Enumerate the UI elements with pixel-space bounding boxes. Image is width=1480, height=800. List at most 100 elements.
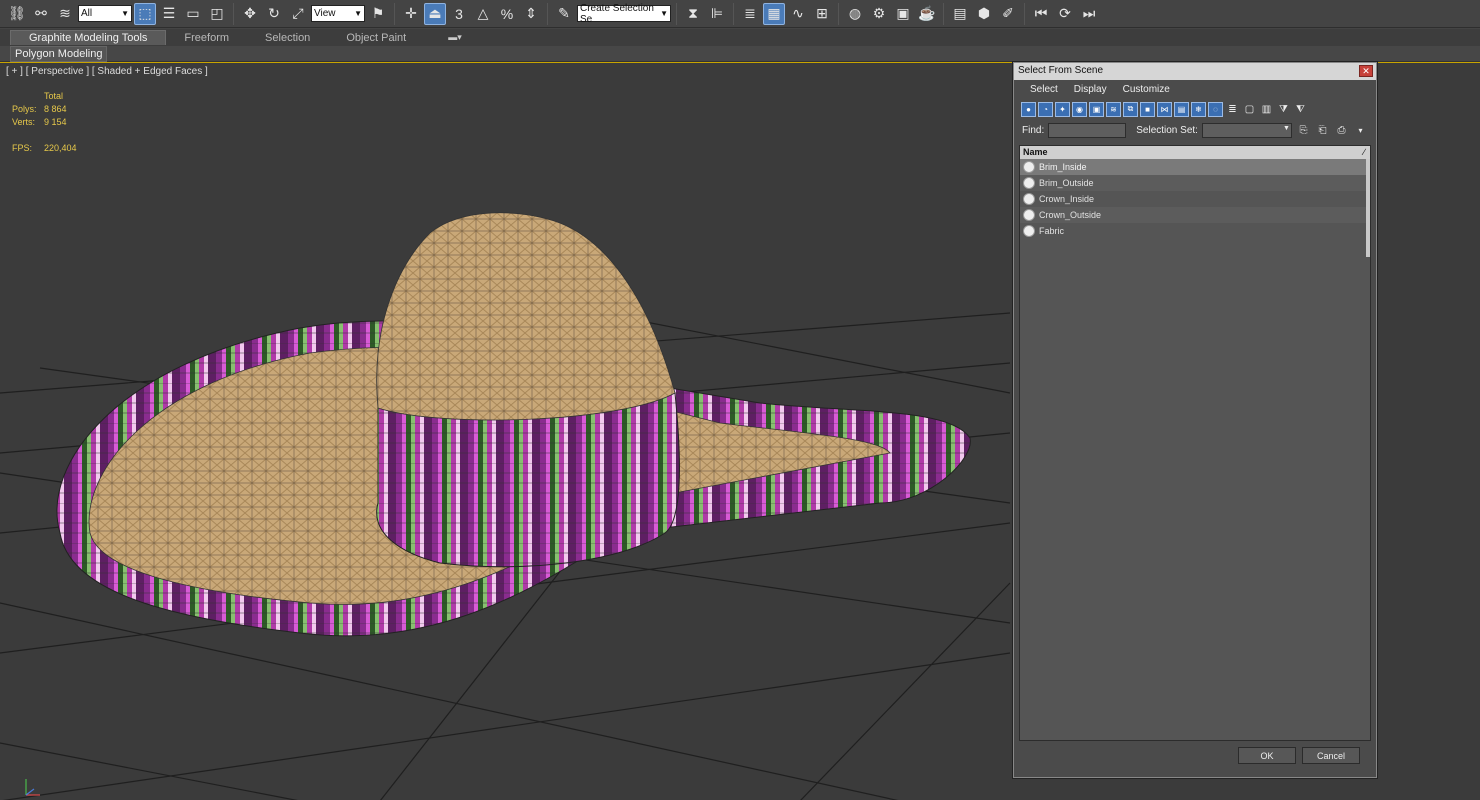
toolbar-divider bbox=[233, 2, 234, 25]
ribbon-subpanel: Polygon Modeling bbox=[0, 46, 1480, 62]
display-bones-icon[interactable]: ⋈ bbox=[1157, 101, 1172, 117]
select-object-icon[interactable]: ⬚ bbox=[134, 2, 156, 25]
toolbar-divider bbox=[1024, 2, 1025, 25]
unlink-icon[interactable]: ⚯ bbox=[30, 3, 52, 25]
percent-label: % bbox=[500, 5, 514, 22]
sort-ascending-icon: ∕ bbox=[1363, 147, 1365, 157]
named-selection-set-dropdown[interactable]: Create Selection Se ▼ bbox=[577, 2, 671, 25]
display-helpers-icon[interactable]: ▣ bbox=[1089, 101, 1104, 117]
ribbon-options-icon[interactable]: ▬▾ bbox=[448, 32, 462, 43]
geometry-object-icon bbox=[1023, 161, 1035, 173]
edit-named-selection-icon[interactable]: ✎ bbox=[553, 3, 575, 25]
display-geometry-icon[interactable]: ● bbox=[1021, 101, 1036, 117]
list-item[interactable]: Fabric bbox=[1020, 223, 1370, 239]
display-groups-icon[interactable]: ⧉ bbox=[1123, 101, 1138, 117]
select-manipulate-icon[interactable]: ✛ bbox=[400, 3, 422, 25]
display-xrefs-icon[interactable]: ■ bbox=[1140, 101, 1155, 117]
tab-object-paint[interactable]: Object Paint bbox=[328, 31, 424, 45]
geometry-object-icon bbox=[1023, 177, 1035, 189]
rect-selection-icon[interactable]: ▭ bbox=[182, 3, 204, 25]
ok-button[interactable]: OK bbox=[1238, 747, 1296, 764]
list-scrollbar[interactable] bbox=[1366, 159, 1370, 257]
find-input[interactable] bbox=[1048, 122, 1127, 138]
animation-loop-icon[interactable]: ⟳ bbox=[1054, 3, 1076, 25]
render-setup-icon[interactable]: ⚙ bbox=[868, 3, 890, 25]
scale-icon[interactable]: ⤢ bbox=[287, 3, 309, 25]
find-row: Find: Selection Set: ▼ ⎘ ⎗ ⎙ ▾ bbox=[1014, 120, 1376, 140]
crown-outside[interactable] bbox=[376, 212, 676, 421]
schematic-view-icon[interactable]: ⊞ bbox=[811, 3, 833, 25]
mirror-icon[interactable]: ⧗ bbox=[682, 3, 704, 25]
tab-selection[interactable]: Selection bbox=[247, 31, 328, 45]
display-lights-icon[interactable]: ✦ bbox=[1055, 101, 1070, 117]
curve-editor-icon[interactable]: ∿ bbox=[787, 3, 809, 25]
dialog-menu-bar: Select Display Customize bbox=[1014, 80, 1376, 98]
column-name-label: Name bbox=[1023, 147, 1048, 157]
keyboard-shortcut-override-icon[interactable]: ⏏ bbox=[424, 2, 446, 25]
dialog-title-bar[interactable]: Select From Scene ✕ bbox=[1014, 63, 1376, 80]
select-invert-icon[interactable]: ▥ bbox=[1259, 102, 1274, 117]
selection-filter-value: All bbox=[81, 8, 93, 19]
angle-snap-icon[interactable]: △ bbox=[472, 3, 494, 25]
verts-value: 9 154 bbox=[44, 117, 67, 127]
tab-polygon-modeling[interactable]: Polygon Modeling bbox=[10, 46, 108, 62]
selection-filter-dropdown[interactable]: All ▼ bbox=[78, 5, 132, 22]
render-production-icon[interactable]: ☕ bbox=[916, 3, 938, 25]
layer-manager-icon[interactable]: ≣ bbox=[739, 3, 761, 25]
stats-header: Total bbox=[44, 91, 64, 101]
window-crossing-icon[interactable]: ◰ bbox=[206, 3, 228, 25]
polys-value: 8 864 bbox=[44, 104, 67, 114]
filter-options-icon[interactable]: ⧨ bbox=[1293, 102, 1308, 117]
select-by-name-icon[interactable]: ☰ bbox=[158, 3, 180, 25]
container-icon[interactable]: ▤ bbox=[949, 3, 971, 25]
display-cameras-icon[interactable]: ◉ bbox=[1072, 101, 1087, 117]
display-frozen-icon[interactable]: ❄ bbox=[1191, 101, 1206, 117]
display-containers-icon[interactable]: ▤ bbox=[1174, 101, 1189, 117]
snaps-toggle-icon[interactable]: 3 bbox=[448, 3, 470, 25]
filter-icon[interactable]: ⧩ bbox=[1276, 102, 1291, 117]
viewport-label[interactable]: [ + ] [ Perspective ] [ Shaded + Edged F… bbox=[6, 66, 208, 77]
material-editor-icon[interactable]: ◍ bbox=[844, 3, 866, 25]
rotate-icon[interactable]: ↻ bbox=[263, 3, 285, 25]
select-all-icon[interactable]: ≣ bbox=[1225, 102, 1240, 117]
select-none-icon[interactable]: ▢ bbox=[1242, 102, 1257, 117]
selection-set-load-icon[interactable]: ⎗ bbox=[1315, 123, 1330, 138]
rendered-frame-window-icon[interactable]: ▣ bbox=[892, 3, 914, 25]
brush-icon[interactable]: ✐ bbox=[997, 3, 1019, 25]
list-item[interactable]: Brim_Outside bbox=[1020, 175, 1370, 191]
display-hidden-icon[interactable]: ◌ bbox=[1208, 101, 1223, 117]
menu-display[interactable]: Display bbox=[1074, 84, 1107, 95]
tab-graphite-modeling-tools[interactable]: Graphite Modeling Tools bbox=[10, 30, 167, 45]
list-item[interactable]: Crown_Outside bbox=[1020, 207, 1370, 223]
list-item[interactable]: Crown_Inside bbox=[1020, 191, 1370, 207]
animation-key-icon[interactable]: ⏮ bbox=[1030, 3, 1052, 25]
objects-icon[interactable]: ⬢ bbox=[973, 3, 995, 25]
align-icon[interactable]: ⊫ bbox=[706, 3, 728, 25]
axis-tripod-icon bbox=[25, 779, 40, 796]
animation-next-icon[interactable]: ⏭ bbox=[1078, 3, 1100, 25]
pivot-center-icon[interactable]: ⚑ bbox=[367, 3, 389, 25]
menu-customize[interactable]: Customize bbox=[1123, 84, 1170, 95]
spinner-snap-icon[interactable]: ⇕ bbox=[520, 3, 542, 25]
menu-select[interactable]: Select bbox=[1030, 84, 1058, 95]
display-spacewarps-icon[interactable]: ≋ bbox=[1106, 101, 1121, 117]
bind-space-warp-icon[interactable]: ≋ bbox=[54, 3, 76, 25]
selection-set-dropdown[interactable]: ▼ bbox=[1201, 122, 1292, 138]
close-icon[interactable]: ✕ bbox=[1359, 65, 1373, 77]
column-header-name[interactable]: Name ∕ bbox=[1020, 146, 1370, 159]
selection-set-delete-icon[interactable]: ⎙ bbox=[1334, 123, 1349, 138]
link-icon[interactable]: ⛓ bbox=[6, 3, 28, 25]
display-shapes-icon[interactable]: ◔ bbox=[1038, 101, 1053, 117]
named-selection-set-value: Create Selection Se bbox=[580, 2, 654, 25]
graphite-toggle-icon[interactable]: ▦ bbox=[763, 2, 785, 25]
list-item[interactable]: Brim_Inside bbox=[1020, 159, 1370, 175]
tab-freeform[interactable]: Freeform bbox=[166, 31, 247, 45]
cancel-button[interactable]: Cancel bbox=[1302, 747, 1360, 764]
geometry-object-icon bbox=[1023, 193, 1035, 205]
reference-coordinate-value: View bbox=[314, 8, 336, 19]
selection-set-save-icon[interactable]: ⎘ bbox=[1296, 123, 1311, 138]
percent-snap-icon[interactable]: % bbox=[496, 3, 518, 25]
reference-coordinate-dropdown[interactable]: View ▼ bbox=[311, 5, 365, 22]
move-icon[interactable]: ✥ bbox=[239, 3, 261, 25]
chevron-down-icon[interactable]: ▾ bbox=[1353, 123, 1368, 138]
